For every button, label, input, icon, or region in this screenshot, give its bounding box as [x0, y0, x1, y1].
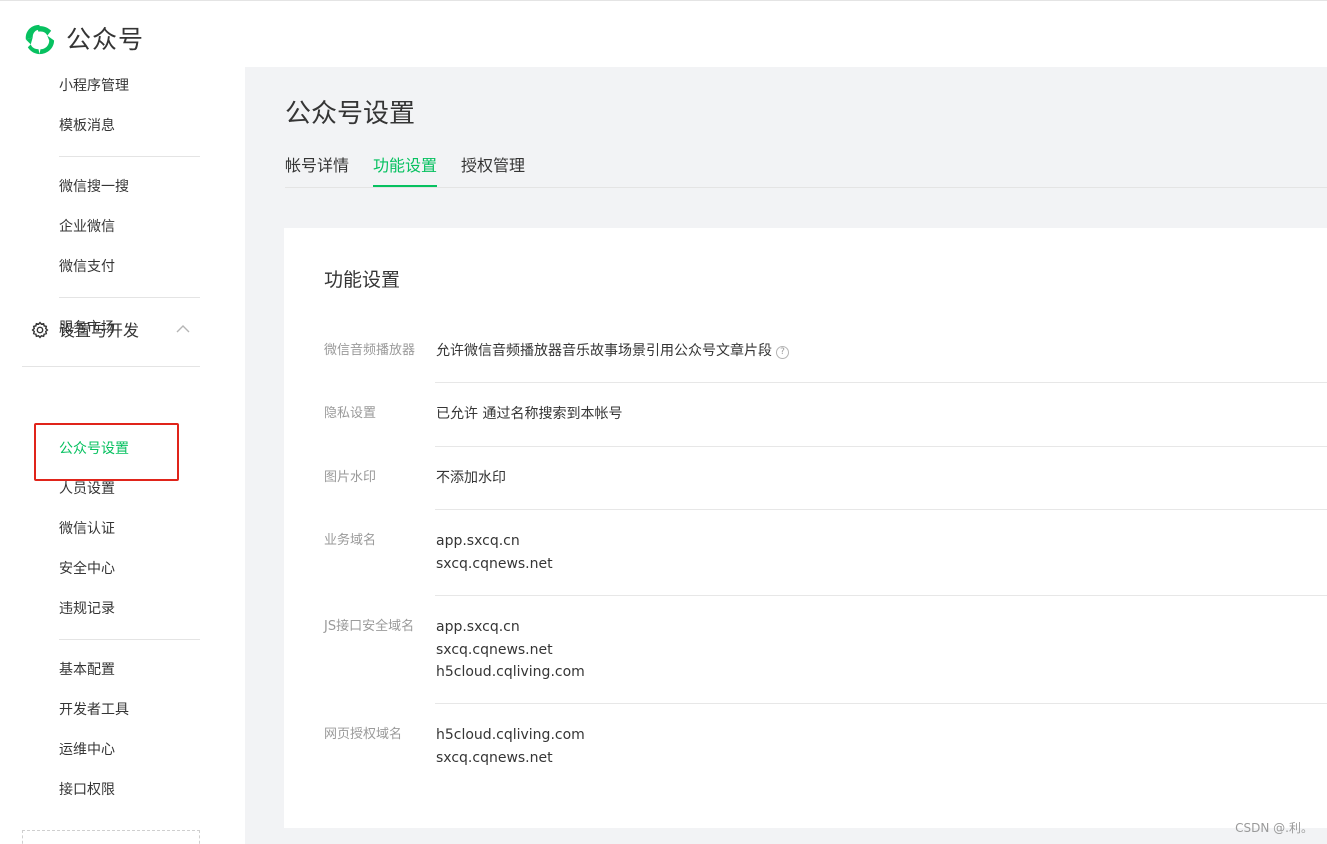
tab-function-settings[interactable]: 功能设置 [373, 154, 438, 187]
sidebar-item-wechat-pay[interactable]: 微信支付 [59, 257, 115, 277]
page-title: 公众号设置 [285, 99, 416, 129]
setting-value: 不添加水印 [436, 470, 506, 486]
sidebar-item-personnel-settings[interactable]: 人员设置 [59, 479, 115, 499]
sidebar-item-wechat-verification[interactable]: 微信认证 [59, 519, 115, 539]
sidebar-divider [59, 297, 200, 298]
sidebar-divider [59, 639, 200, 640]
setting-label: 微信音频播放器 [324, 343, 416, 358]
domain-value: h5cloud.cqliving.com [436, 727, 585, 743]
domain-value: sxcq.cqnews.net [436, 555, 553, 572]
help-circle-icon[interactable]: ? [776, 346, 789, 359]
annotation-highlight-box [34, 423, 179, 481]
sidebar-add-box[interactable] [22, 830, 200, 844]
setting-label: 网页授权域名 [324, 727, 403, 742]
sidebar-item-wechat-search[interactable]: 微信搜一搜 [59, 177, 129, 197]
top-bar: 公众号 [0, 0, 1327, 67]
setting-value: 已允许 通过名称搜索到本帐号 [436, 406, 623, 422]
watermark: CSDN @.利。 [1235, 821, 1313, 835]
sidebar-item-security-center[interactable]: 安全中心 [59, 559, 115, 579]
sidebar-group-settings-dev[interactable]: 设置与开发 [31, 319, 201, 343]
row-divider [435, 382, 1327, 383]
domain-value: h5cloud.cqliving.com [436, 664, 585, 680]
domain-value: sxcq.cqnews.net [436, 749, 553, 766]
brand-title[interactable]: 公众号 [66, 23, 144, 57]
card-title: 功能设置 [324, 269, 401, 291]
setting-label: JS接口安全域名 [324, 619, 415, 634]
setting-label: 业务域名 [324, 533, 377, 548]
setting-label: 图片水印 [324, 470, 377, 485]
gear-icon [31, 321, 49, 339]
row-divider [435, 509, 1327, 510]
sidebar-item-basic-config[interactable]: 基本配置 [59, 660, 115, 680]
sidebar-item-violation-records[interactable]: 违规记录 [59, 599, 115, 619]
row-divider [435, 595, 1327, 596]
sidebar-item-api-permissions[interactable]: 接口权限 [59, 780, 115, 800]
sidebar-item-miniprogram[interactable]: 小程序管理 [59, 76, 129, 96]
tab-account-details[interactable]: 帐号详情 [285, 154, 349, 186]
chevron-up-icon[interactable] [176, 324, 190, 334]
sidebar-divider [59, 156, 200, 157]
sidebar-item-template-message[interactable]: 模板消息 [59, 116, 115, 136]
row-divider [435, 703, 1327, 704]
wechat-official-account-logo-icon[interactable] [22, 22, 57, 57]
sidebar-item-ops-center[interactable]: 运维中心 [59, 740, 115, 760]
setting-value: 允许微信音频播放器音乐故事场景引用公众号文章片段? [436, 340, 789, 363]
sidebar-divider [22, 366, 200, 367]
tab-authorization-management[interactable]: 授权管理 [461, 154, 525, 186]
domain-value: sxcq.cqnews.net [436, 641, 553, 658]
sidebar-item-wecom[interactable]: 企业微信 [59, 217, 115, 237]
sidebar-group-label: 设置与开发 [59, 321, 140, 340]
setting-label: 隐私设置 [324, 406, 377, 421]
domain-value: app.sxcq.cn [436, 619, 520, 635]
domain-value: app.sxcq.cn [436, 533, 520, 549]
function-settings-card: 功能设置 微信音频播放器 允许微信音频播放器音乐故事场景引用公众号文章片段? 隐… [284, 228, 1327, 828]
row-divider [435, 446, 1327, 447]
sidebar-item-developer-tools[interactable]: 开发者工具 [59, 700, 129, 720]
tab-bar: 帐号详情 功能设置 授权管理 [285, 154, 1327, 188]
